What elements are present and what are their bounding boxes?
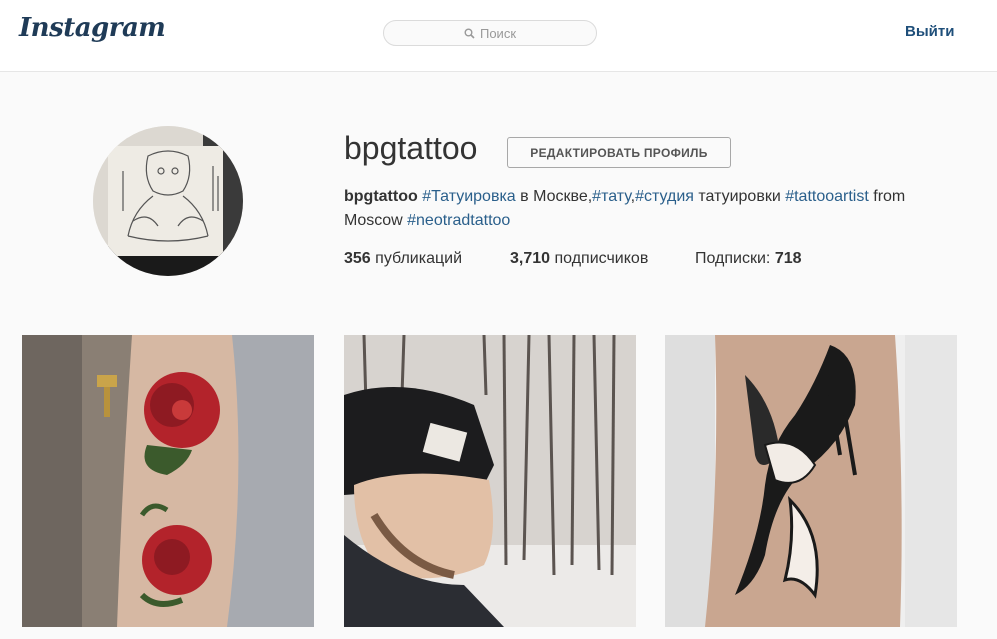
post-thumbnail-winter-portrait[interactable]: [344, 335, 636, 627]
logout-link[interactable]: Выйти: [905, 23, 954, 40]
posts-label: публикаций: [370, 250, 462, 267]
bio-full-name: bpgtattoo: [344, 188, 418, 205]
posts-stat: 356 публикаций: [344, 250, 462, 268]
post-image: [344, 335, 636, 627]
profile-username: bpgtattoo: [344, 130, 478, 166]
bio-hashtag-link[interactable]: #тату: [592, 188, 631, 205]
search-placeholder: Поиск: [479, 25, 517, 41]
following-count: 718: [774, 250, 802, 267]
post-image: [22, 335, 314, 627]
profile-avatar[interactable]: [93, 126, 243, 276]
instagram-logo[interactable]: Instagram: [19, 13, 166, 43]
search-icon: [464, 28, 475, 39]
bio-hashtag-link[interactable]: #neotradtattoo: [407, 212, 510, 229]
followers-stat[interactable]: 3,710 подписчиков: [510, 250, 648, 268]
search-input[interactable]: Поиск: [383, 20, 597, 46]
bio-text: татуировки: [693, 188, 786, 205]
bio-hashtag-link[interactable]: #Татуировка: [422, 188, 516, 205]
posts-count: 356: [344, 250, 371, 267]
post-thumbnail-swallow-tattoo[interactable]: [665, 335, 957, 627]
top-navigation-bar: Instagram Поиск Выйти: [0, 0, 997, 72]
followers-count: 3,710: [510, 250, 551, 267]
avatar-image: [93, 126, 243, 276]
followers-label: подписчиков: [550, 250, 649, 267]
bio-text: в Москве,: [515, 188, 593, 205]
bio-hashtag-link[interactable]: #студия: [635, 188, 694, 205]
post-image: [665, 335, 957, 627]
following-stat[interactable]: Подписки: 718: [695, 250, 802, 268]
following-label: Подписки:: [695, 250, 775, 267]
post-thumbnail-rose-tattoo[interactable]: [22, 335, 314, 627]
edit-profile-button[interactable]: РЕДАКТИРОВАТЬ ПРОФИЛЬ: [507, 137, 731, 168]
profile-bio: bpgtattoo #Татуировка в Москве,#тату,#ст…: [344, 185, 954, 233]
bio-hashtag-link[interactable]: #tattooartist: [785, 188, 869, 205]
